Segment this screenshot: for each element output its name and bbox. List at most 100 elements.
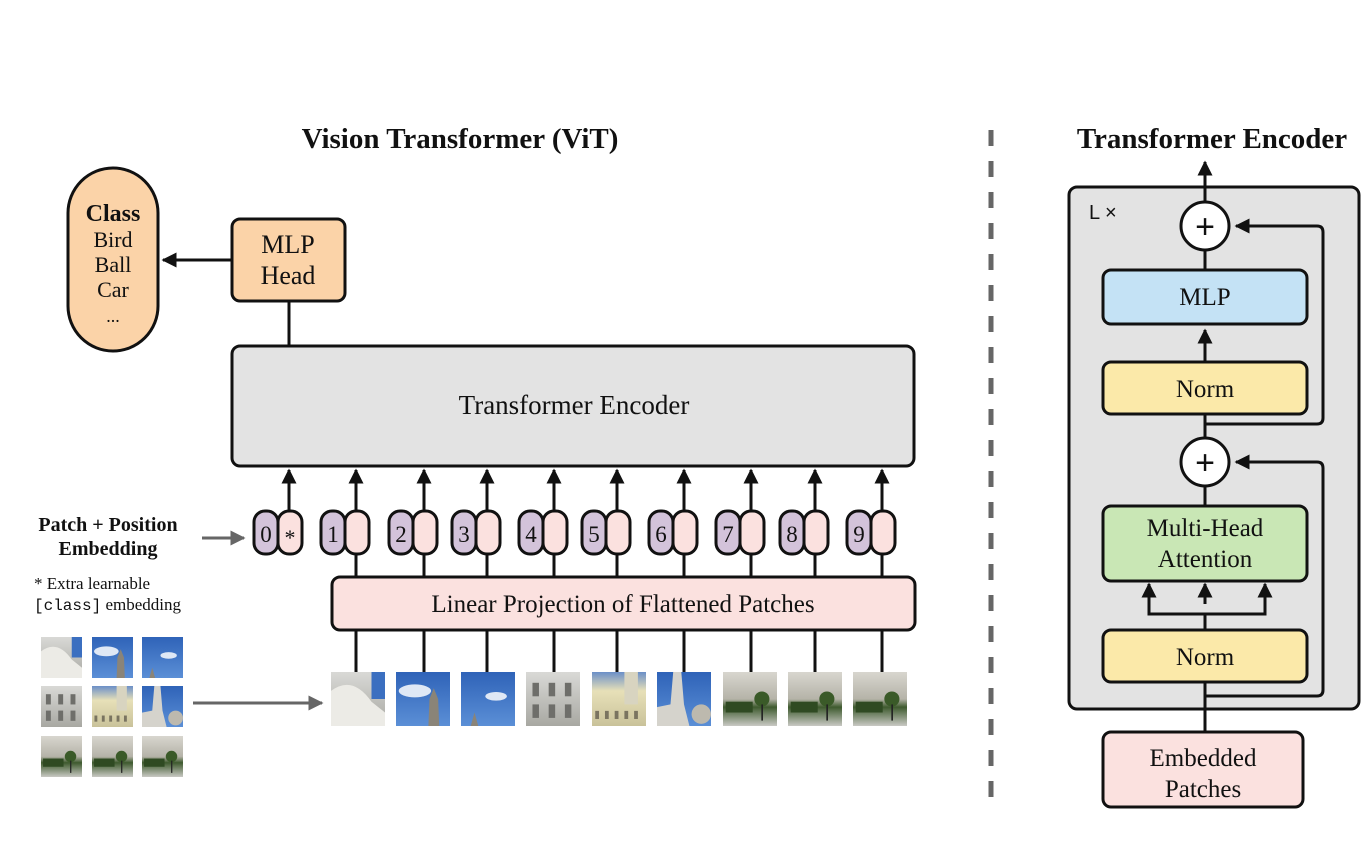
window-shape <box>614 710 619 719</box>
image-patch-grid <box>41 637 183 777</box>
window-shape <box>70 694 76 705</box>
sequence-patch-6 <box>657 630 712 726</box>
norm-bottom-box: Norm <box>1101 628 1309 684</box>
class-output-box: Class Bird Ball Car ... <box>66 166 160 353</box>
mlp-head-line2: Head <box>261 261 316 290</box>
window-shape <box>94 715 98 722</box>
window-shape <box>70 710 76 721</box>
patch-embedding <box>671 509 699 556</box>
tree-shape <box>754 691 770 707</box>
window-shape <box>548 704 556 718</box>
residual-add-bottom: + <box>1179 436 1231 488</box>
position-number: 4 <box>525 522 537 547</box>
tree-shape <box>884 691 900 707</box>
class-heading: Class <box>86 201 141 227</box>
class-token-asterisk: * <box>285 525 296 550</box>
window-shape <box>595 710 600 719</box>
linear-projection-label: Linear Projection of Flattened Patches <box>431 591 814 618</box>
patch-image <box>92 637 133 678</box>
token-8: 8 <box>778 468 830 577</box>
tree-shape <box>64 750 77 763</box>
class-item-bird: Bird <box>93 227 132 252</box>
position-number: 0 <box>260 522 272 547</box>
tree-shape <box>115 750 128 763</box>
sequence-patch-8 <box>788 630 842 726</box>
lamp-post-shape <box>891 704 893 721</box>
window-shape <box>123 715 127 722</box>
vit-title: Vision Transformer (ViT) <box>302 123 619 155</box>
grid-patch-1 <box>41 637 82 678</box>
patch-embedding <box>869 509 897 556</box>
hedge-shape <box>94 758 115 767</box>
transformer-encoder-label: Transformer Encoder <box>459 390 690 420</box>
embedded-patches-line1: Embedded <box>1150 745 1257 772</box>
dome-shape <box>691 704 712 724</box>
token-1: 1 <box>319 468 371 577</box>
sequence-patch-4 <box>526 630 580 726</box>
window-shape <box>116 715 120 722</box>
token-0: 0 * <box>252 468 304 556</box>
window-shape <box>58 694 64 705</box>
position-number: 2 <box>395 522 407 547</box>
grid-patch-7 <box>41 736 82 777</box>
hedge-shape <box>144 758 165 767</box>
embedding-tokens: 0 * 1 2 3 4 5 6 7 8 9 <box>252 468 897 577</box>
embedded-patches-line2: Patches <box>1165 776 1241 803</box>
attention-line2: Attention <box>1158 546 1253 573</box>
position-number: 7 <box>722 522 734 547</box>
grid-patch-5 <box>92 686 133 727</box>
patch-embedding <box>604 509 632 556</box>
position-number: 6 <box>655 522 667 547</box>
window-shape <box>564 682 572 697</box>
hedge-shape <box>790 701 818 713</box>
window-shape <box>109 715 113 722</box>
sequence-patch-2 <box>396 630 450 726</box>
hedge-shape <box>855 701 883 713</box>
sequence-patch-7 <box>723 630 777 726</box>
mlp-box: MLP <box>1101 268 1309 326</box>
tower-shape <box>116 686 127 711</box>
window-shape <box>45 710 51 721</box>
window-shape <box>564 704 572 718</box>
sequence-patch-3 <box>461 630 515 726</box>
plus-icon: + <box>1195 444 1215 482</box>
lamp-post-shape <box>171 760 173 773</box>
hedge-shape <box>43 758 64 767</box>
cloud-shape <box>160 652 177 659</box>
tower-shape <box>624 672 638 705</box>
window-shape <box>101 715 105 722</box>
position-number: 3 <box>458 522 470 547</box>
norm-top-label: Norm <box>1176 376 1235 403</box>
grid-patch-6 <box>142 686 183 727</box>
lamp-post-shape <box>826 704 828 721</box>
attention-box: Multi-Head Attention <box>1101 504 1309 583</box>
patch-embedding <box>802 509 830 556</box>
tree-shape <box>819 691 835 707</box>
flattened-patch-sequence <box>331 630 907 726</box>
linear-projection-box: Linear Projection of Flattened Patches <box>330 575 917 632</box>
position-number: 9 <box>853 522 865 547</box>
position-number: 8 <box>786 522 798 547</box>
patch-embedding <box>541 509 569 556</box>
mlp-label: MLP <box>1179 284 1230 311</box>
footnote-line2: [class] embedding <box>34 595 182 615</box>
hedge-shape <box>725 701 753 713</box>
sequence-patch-5 <box>592 630 646 726</box>
window-shape <box>532 682 539 697</box>
token-4: 4 <box>517 468 569 577</box>
transformer-encoder-box: Transformer Encoder <box>230 344 916 468</box>
lamp-post-shape <box>761 704 763 721</box>
mlp-head-box: MLP Head <box>230 217 347 303</box>
class-item-car: Car <box>97 277 129 302</box>
window-shape <box>624 710 629 719</box>
vit-architecture-diagram: Vision Transformer (ViT) Class Bird Ball… <box>34 123 1361 809</box>
position-number: 1 <box>327 522 339 547</box>
sky-shape <box>71 637 82 658</box>
embedding-label-line1: Patch + Position <box>38 514 177 536</box>
patch-image <box>396 672 450 726</box>
cloud-shape <box>94 646 119 657</box>
class-item-ellipsis: ... <box>106 306 120 326</box>
position-number: 5 <box>588 522 600 547</box>
token-6: 6 <box>647 468 699 577</box>
sequence-patch-1 <box>331 630 385 726</box>
